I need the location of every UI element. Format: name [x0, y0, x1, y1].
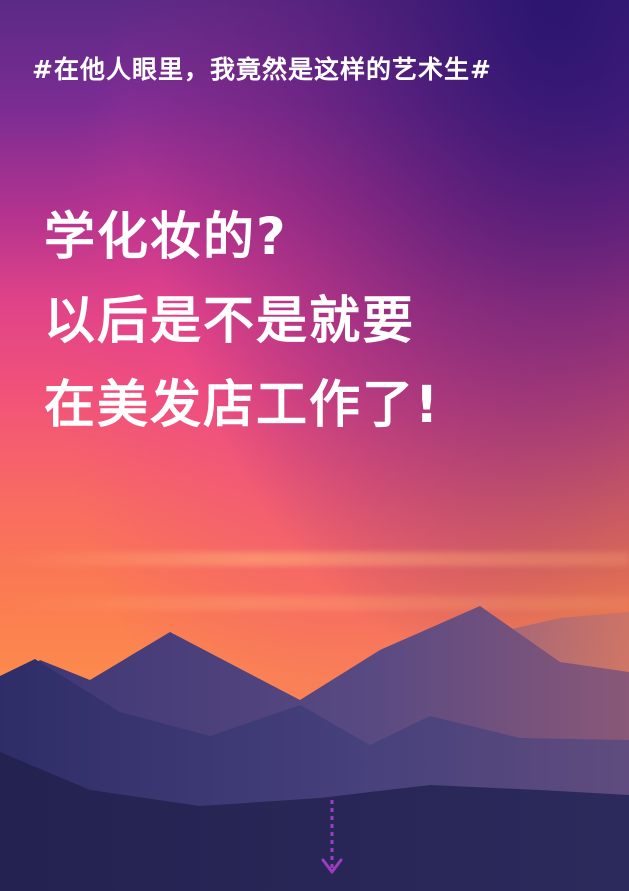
poster: #在他人眼里，我竟然是这样的艺术生# 学化妆的? 以后是不是就要 在美发店工作了… [0, 0, 629, 891]
arrow-down-icon [321, 800, 343, 874]
mountain-landscape [0, 606, 629, 891]
